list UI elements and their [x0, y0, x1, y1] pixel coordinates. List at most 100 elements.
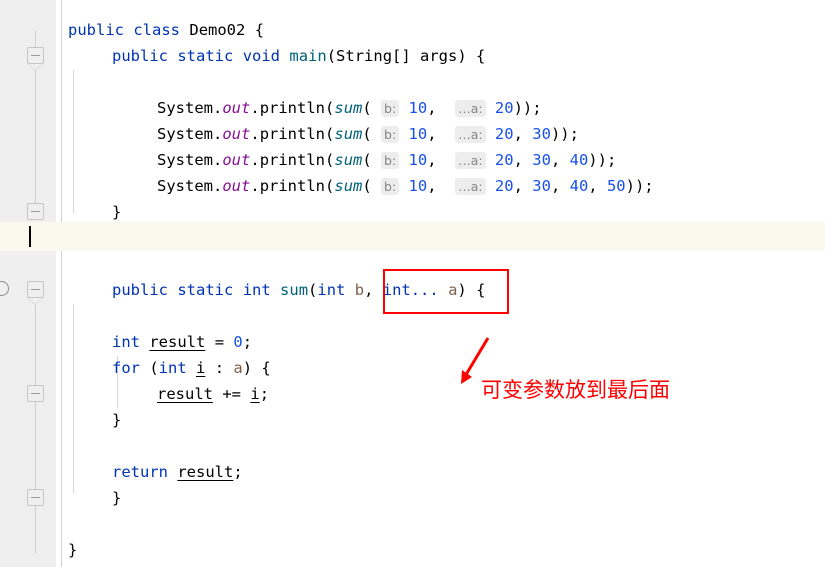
- arg-value: 10: [408, 125, 428, 143]
- token-println: println: [259, 177, 326, 195]
- token-brace-open: {: [254, 21, 265, 39]
- code-line-1[interactable]: public class Demo02 {: [62, 17, 825, 43]
- arg-value: 30: [532, 125, 551, 143]
- code-line-11[interactable]: public static int sum(int b, int... a) {: [62, 277, 825, 303]
- token-semicolon: ;: [242, 333, 253, 351]
- code-line-4[interactable]: System.out.println(sum( b: 10, …a: 20));: [62, 95, 825, 121]
- arg-value: 10: [408, 177, 428, 195]
- arg-value: 20: [494, 99, 514, 117]
- code-content[interactable]: public class Demo02 { public static void…: [62, 0, 825, 567]
- fold-collapse-icon-main[interactable]: [27, 47, 44, 64]
- inlay-hint-varargs-a: …a:: [455, 152, 486, 169]
- arg-value: 30: [532, 151, 551, 169]
- inlay-hint-varargs-a: …a:: [455, 126, 486, 143]
- token-system: System: [157, 125, 213, 143]
- token-int: int: [112, 333, 140, 351]
- code-line-2[interactable]: public static void main(String[] args) {: [62, 43, 825, 69]
- token-println: println: [259, 151, 326, 169]
- token-brace-open: {: [476, 47, 486, 65]
- token-println: println: [259, 125, 326, 143]
- token-colon: :: [214, 359, 225, 377]
- fold-tail-sum: [27, 298, 43, 305]
- token-semicolon: ;: [233, 463, 243, 481]
- inlay-hint-b: b:: [381, 126, 400, 143]
- token-sum-call: sum: [334, 99, 363, 117]
- fold-collapse-icon-sum[interactable]: [27, 281, 44, 298]
- arg-value: 50: [606, 177, 626, 195]
- token-out: out: [222, 99, 251, 117]
- token-sum-call: sum: [334, 151, 363, 169]
- arg-value: 40: [569, 151, 589, 169]
- token-public: public: [112, 47, 168, 65]
- token-i: i: [196, 359, 206, 377]
- token-sum-call: sum: [334, 125, 363, 143]
- code-editor[interactable]: public class Demo02 { public static void…: [0, 0, 825, 567]
- token-assign: =: [214, 333, 225, 351]
- token-class-name: Demo02: [189, 21, 246, 39]
- code-line-5[interactable]: System.out.println(sum( b: 10, …a: 20, 3…: [62, 121, 825, 147]
- arg-value: 20: [494, 151, 514, 169]
- token-sum-call: sum: [334, 177, 363, 195]
- code-line-21[interactable]: }: [62, 537, 825, 563]
- token-out: out: [222, 151, 251, 169]
- token-main: main: [289, 47, 327, 65]
- token-zero: 0: [233, 333, 243, 351]
- token-result: result: [177, 463, 234, 481]
- token-public: public: [112, 281, 168, 299]
- token-system: System: [157, 151, 213, 169]
- token-for: for: [112, 359, 140, 377]
- token-i: i: [250, 385, 260, 403]
- fold-collapse-icon-main-end[interactable]: [27, 203, 44, 220]
- code-line-13[interactable]: int result = 0;: [62, 329, 825, 355]
- text-caret: [29, 226, 31, 247]
- code-line-14[interactable]: for (int i : a) {: [62, 355, 825, 381]
- token-param-a: a: [233, 359, 243, 377]
- token-brace-close: }: [112, 489, 122, 507]
- token-system: System: [157, 99, 213, 117]
- token-int: int: [317, 281, 346, 299]
- token-return: return: [112, 463, 168, 481]
- fold-tail-main: [27, 64, 43, 71]
- code-line-7[interactable]: System.out.println(sum( b: 10, …a: 20, 3…: [62, 173, 825, 199]
- code-line-16[interactable]: }: [62, 407, 825, 433]
- inlay-hint-b: b:: [381, 152, 400, 169]
- token-int-varargs: int...: [382, 281, 439, 299]
- token-system: System: [157, 177, 213, 195]
- token-plus-assign: +=: [222, 385, 242, 403]
- token-void: void: [242, 47, 281, 65]
- arg-value: 30: [532, 177, 551, 195]
- token-out: out: [222, 177, 251, 195]
- token-brace-close: }: [112, 411, 122, 429]
- token-brace-open: {: [261, 359, 271, 377]
- arg-value: 10: [408, 99, 428, 117]
- fold-collapse-icon-sum-end[interactable]: [27, 489, 44, 506]
- token-int: int: [158, 359, 187, 377]
- token-result: result: [157, 385, 213, 403]
- arg-value: 10: [408, 151, 428, 169]
- token-println: println: [259, 99, 326, 117]
- token-brace-close: }: [112, 203, 122, 221]
- inlay-hint-varargs-a: …a:: [455, 100, 486, 117]
- inlay-hint-b: b:: [381, 100, 400, 117]
- token-static: static: [177, 281, 234, 299]
- token-public: public: [68, 21, 124, 39]
- token-string-args: String[] args: [336, 47, 458, 65]
- token-semicolon: ;: [259, 385, 270, 403]
- token-brace-close: }: [68, 541, 78, 559]
- token-static: static: [177, 47, 234, 65]
- fold-collapse-icon-for[interactable]: [27, 385, 44, 402]
- token-class: class: [133, 21, 181, 39]
- annotation-note-text: 可变参数放到最后面: [481, 378, 670, 402]
- token-int: int: [242, 281, 271, 299]
- token-param-b: b: [354, 281, 365, 299]
- token-brace-open: {: [476, 281, 486, 299]
- token-out: out: [222, 125, 251, 143]
- code-line-18[interactable]: return result;: [62, 459, 825, 485]
- code-line-8[interactable]: }: [62, 199, 825, 225]
- token-result: result: [149, 333, 206, 351]
- code-line-6[interactable]: System.out.println(sum( b: 10, …a: 20, 3…: [62, 147, 825, 173]
- code-line-19[interactable]: }: [62, 485, 825, 511]
- token-sum-decl: sum: [280, 281, 309, 299]
- code-line-15[interactable]: result += i;: [62, 381, 825, 407]
- inlay-hint-varargs-a: …a:: [455, 178, 486, 195]
